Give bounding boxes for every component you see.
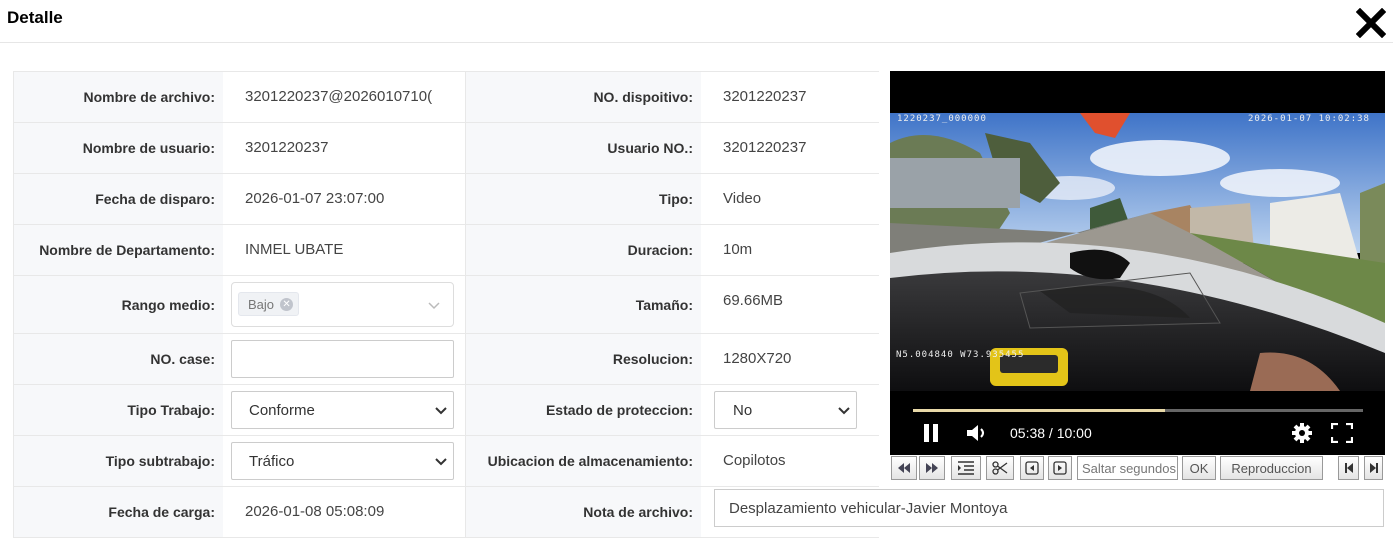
time-display: 05:38 / 10:00 [1010, 425, 1092, 441]
size-label: Tamaño: [465, 276, 701, 333]
clip-button[interactable] [986, 456, 1014, 480]
seek-ok-button[interactable]: OK [1182, 456, 1216, 480]
department-value: INMEL UBATE [245, 241, 344, 258]
next-frame-button[interactable] [1048, 456, 1072, 480]
progress-fill [913, 409, 1165, 412]
detail-row: Tipo subtrabajo: Tráfico Ubicacion de al… [13, 436, 879, 487]
file-name-value: 3201220237@2026010710( [245, 88, 433, 105]
dialog-title: Detalle [7, 8, 63, 27]
skip-end-icon [1369, 463, 1378, 473]
protection-state-select[interactable]: No [714, 391, 857, 429]
rewind-button[interactable] [891, 456, 917, 480]
detail-row: Fecha de disparo: 2026-01-07 23:07:00 Ti… [13, 174, 879, 225]
upload-date-value: 2026-01-08 05:08:09 [245, 503, 385, 520]
medium-range-tag: Bajo ✕ [238, 292, 300, 316]
work-subtype-cell: Tráfico [223, 436, 465, 486]
chevron-down-icon [838, 407, 850, 415]
skip-end-button[interactable] [1364, 456, 1383, 480]
user-no-value: 3201220237 [723, 139, 807, 156]
work-type-label: Tipo Trabajo: [13, 385, 223, 435]
detail-row: Tipo Trabajo: Conforme Estado de protecc… [13, 385, 879, 436]
osd-gps: N5.004840 W73.935455 [896, 350, 1025, 360]
medium-range-multiselect[interactable]: Bajo ✕ [231, 282, 454, 327]
progress-bar[interactable] [913, 409, 1363, 412]
department-label: Nombre de Departamento: [13, 225, 223, 275]
detail-row: Nombre de Departamento: INMEL UBATE Dura… [13, 225, 879, 276]
detail-grid: Nombre de archivo: 3201220237@2026010710… [13, 71, 879, 538]
detail-row: NO. case: Resolucion: 1280X720 [13, 334, 879, 385]
case-no-input[interactable] [231, 340, 454, 378]
next-frame-icon [1053, 461, 1067, 475]
chevron-down-icon [435, 458, 447, 466]
protection-state-label: Estado de proteccion: [465, 385, 701, 435]
playback-button[interactable]: Reproduccion [1220, 456, 1323, 480]
skip-start-button[interactable] [1338, 456, 1359, 480]
work-type-selected: Conforme [249, 401, 315, 419]
protection-state-selected: No [733, 401, 753, 419]
detail-row: Nombre de usuario: 3201220237 Usuario NO… [13, 123, 879, 174]
user-name-label: Nombre de usuario: [13, 123, 223, 173]
user-name-value: 3201220237 [245, 139, 329, 156]
playback-toolbar: Saltar segundos OK Reproduccion [890, 455, 1385, 481]
chevron-down-icon [428, 302, 440, 310]
fullscreen-icon[interactable] [1331, 423, 1353, 443]
trigger-date-value: 2026-01-07 23:07:00 [245, 190, 385, 207]
trigger-date-label: Fecha de disparo: [13, 174, 223, 224]
prev-frame-icon [1025, 461, 1039, 475]
work-subtype-select[interactable]: Tráfico [231, 442, 454, 480]
work-subtype-selected: Tráfico [249, 452, 295, 470]
storage-location-value: Copilotos [723, 452, 786, 469]
work-type-select[interactable]: Conforme [231, 391, 454, 429]
osd-device-id: 1220237_000000 [897, 114, 987, 124]
medium-range-tag-label: Bajo [248, 296, 275, 312]
storage-location-label: Ubicacion de almacenamiento: [465, 436, 701, 486]
detail-row: Nombre de archivo: 3201220237@2026010710… [13, 72, 879, 123]
settings-gear-icon[interactable] [1291, 422, 1313, 444]
video-controls: 05:38 / 10:00 [890, 391, 1385, 455]
scissors-icon [992, 461, 1008, 475]
rewind-icon [898, 463, 910, 473]
skip-start-icon [1344, 463, 1353, 473]
type-value: Video [723, 190, 762, 207]
detail-row: Rango medio: Bajo ✕ Tamaño: 69.66MB [13, 276, 879, 334]
dialog-header: Detalle [0, 0, 1393, 43]
user-no-label: Usuario NO.: [465, 123, 701, 173]
work-type-cell: Conforme [223, 385, 465, 435]
list-indent-icon [958, 461, 974, 475]
duration-label: Duracion: [465, 225, 701, 275]
pause-icon[interactable] [922, 423, 940, 443]
device-no-value: 3201220237 [723, 88, 807, 105]
fast-forward-button[interactable] [919, 456, 945, 480]
osd-timestamp: 2026-01-07 10:02:38 [1248, 114, 1370, 124]
file-note-input[interactable]: Desplazamiento vehicular-Javier Montoya [714, 489, 1384, 527]
duration-value: 10m [723, 241, 753, 258]
upload-date-label: Fecha de carga: [13, 487, 223, 537]
fast-forward-icon [926, 463, 938, 473]
video-player[interactable]: 1220237_000000 2026-01-07 10:02:38 N5.00… [890, 71, 1385, 455]
seek-seconds-input[interactable]: Saltar segundos [1077, 456, 1178, 480]
medium-range-label: Rango medio: [13, 276, 223, 333]
chevron-down-icon [435, 407, 447, 415]
work-subtype-label: Tipo subtrabajo: [13, 436, 223, 486]
case-no-cell [223, 334, 465, 384]
list-button[interactable] [951, 456, 981, 480]
case-no-label: NO. case: [13, 334, 223, 384]
size-value: 69.66MB [723, 292, 784, 309]
medium-range-cell: Bajo ✕ [223, 276, 465, 333]
device-no-label: NO. dispoitivo: [465, 72, 701, 122]
file-name-label: Nombre de archivo: [13, 72, 223, 122]
file-note-label: Nota de archivo: [465, 487, 701, 537]
close-icon[interactable] [1356, 8, 1386, 38]
protection-state-cell: No [701, 385, 879, 435]
type-label: Tipo: [465, 174, 701, 224]
tag-remove-icon[interactable]: ✕ [280, 298, 294, 311]
resolution-label: Resolucion: [465, 334, 701, 384]
volume-icon[interactable] [966, 423, 988, 443]
prev-frame-button[interactable] [1020, 456, 1044, 480]
resolution-value: 1280X720 [723, 350, 792, 367]
